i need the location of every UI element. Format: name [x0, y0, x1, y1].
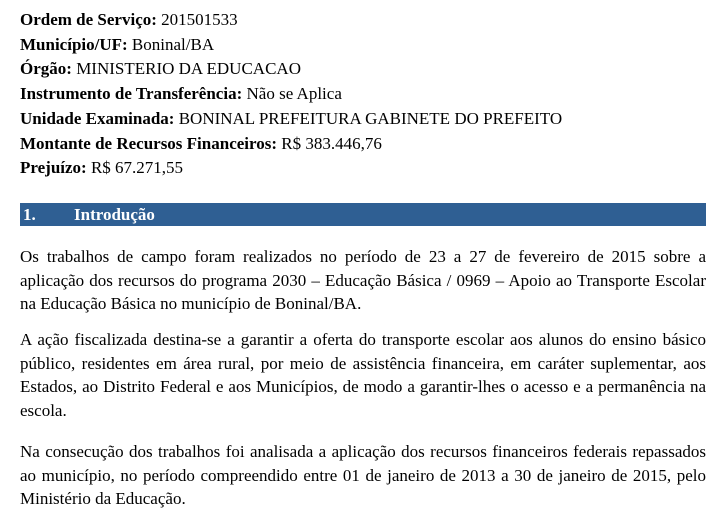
field-label: Instrumento de Transferência:	[20, 84, 243, 104]
field-ordem-de-servico: Ordem de Serviço: 201501533	[20, 8, 710, 33]
field-value: Não se Aplica	[242, 84, 342, 104]
document-header-fields: Ordem de Serviço: 201501533 Município/UF…	[20, 8, 710, 181]
paragraph-trabalhos-de-campo: Os trabalhos de campo foram realizados n…	[20, 247, 706, 313]
field-municipio-uf: Município/UF: Boninal/BA	[20, 33, 710, 58]
field-label: Prejuízo:	[20, 158, 87, 178]
field-value: Boninal/BA	[127, 34, 215, 54]
field-value: 201501533	[156, 10, 238, 29]
field-instrumento-transferencia: Instrumento de Transferência: Não se Apl…	[20, 82, 710, 107]
paragraph-acao-fiscalizada: A ação fiscalizada destina-se a garantir…	[20, 330, 706, 420]
field-label: Município/UF:	[20, 34, 128, 54]
section-heading-bar: 1. Introdução	[20, 203, 706, 226]
field-value: MINISTERIO DA EDUCACAO	[71, 59, 301, 79]
section-number: 1.	[23, 205, 36, 224]
field-value: BONINAL PREFEITURA GABINETE DO PREFEITO	[174, 108, 563, 128]
paragraph-consecucao-trabalhos: Na consecução dos trabalhos foi analisad…	[20, 442, 706, 508]
field-label: Montante de Recursos Financeiros:	[20, 133, 278, 153]
field-orgao: Órgão: MINISTERIO DA EDUCACAO	[20, 57, 710, 82]
field-montante-recursos: Montante de Recursos Financeiros: R$ 383…	[20, 132, 710, 157]
field-value: R$ 383.446,76	[277, 133, 382, 153]
section-title: Introdução	[74, 205, 155, 224]
field-value: R$ 67.271,55	[86, 158, 184, 178]
field-label: Órgão:	[20, 59, 72, 79]
field-label: Ordem de Serviço:	[20, 10, 157, 29]
field-unidade-examinada: Unidade Examinada: BONINAL PREFEITURA GA…	[20, 107, 710, 132]
field-prejuizo: Prejuízo: R$ 67.271,55	[20, 156, 710, 181]
field-label: Unidade Examinada:	[20, 108, 175, 128]
